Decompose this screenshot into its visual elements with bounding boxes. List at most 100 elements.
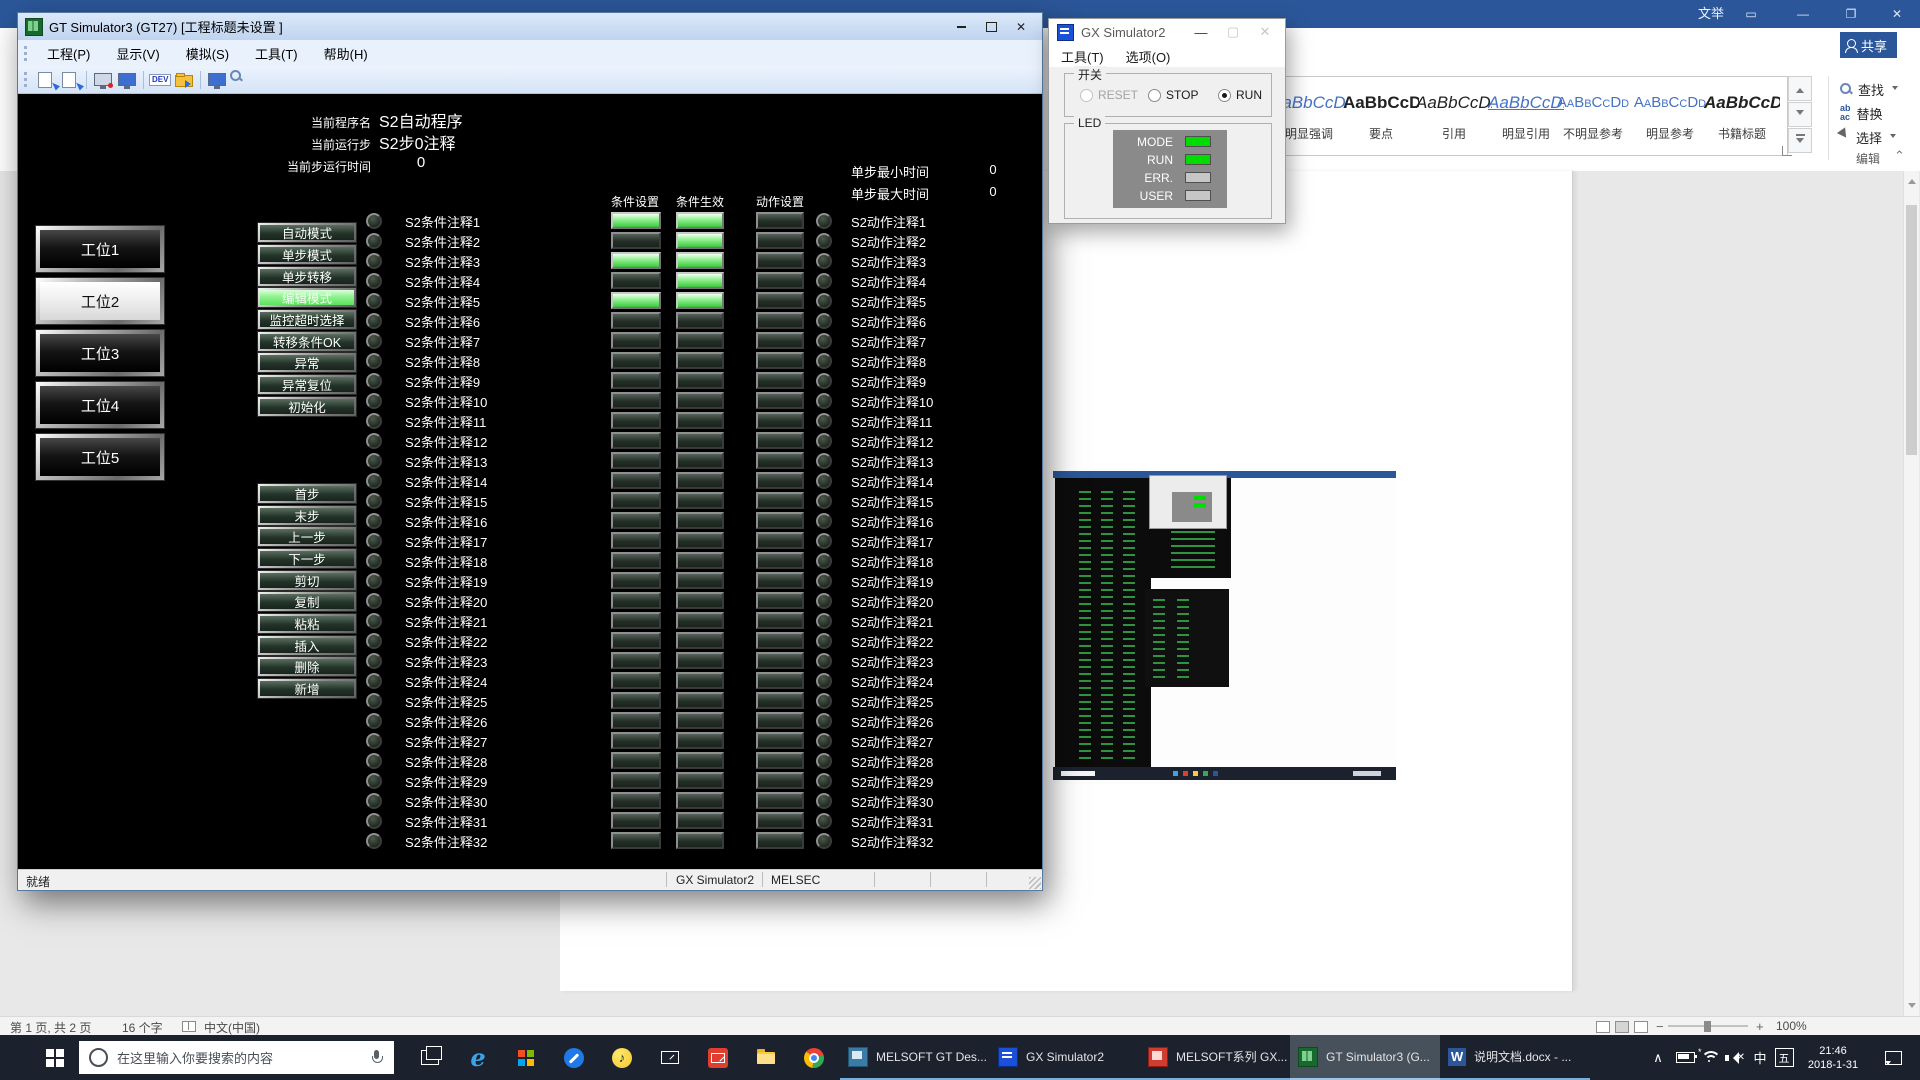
store-button[interactable] [502, 1035, 550, 1080]
monitor-stop-icon[interactable] [92, 70, 114, 90]
station-button[interactable]: 工位4 [36, 382, 164, 428]
step-button[interactable]: 新增 [258, 679, 356, 698]
style-gallery-item[interactable]: AaBbCcD要点 [1343, 83, 1419, 147]
battery-indicator[interactable] [1672, 1035, 1698, 1080]
scrollbar-thumb[interactable] [1906, 205, 1917, 455]
style-gallery-item[interactable]: AaBbCcD.明显引用 [1488, 83, 1564, 147]
word-count[interactable]: 16 个字 [122, 1019, 163, 1036]
mode-button[interactable]: 转移条件OK [258, 332, 356, 351]
step-button[interactable]: 上一步 [258, 527, 356, 546]
style-gallery-item[interactable]: AaBbCcDd不明显参考 [1555, 83, 1631, 147]
language-indicator[interactable]: 中文(中国) [204, 1019, 260, 1036]
edge-button[interactable]: e [454, 1035, 502, 1080]
radio-circle[interactable] [1148, 89, 1161, 102]
taskbar-app-4[interactable]: GT Simulator3 (G... [1290, 1035, 1440, 1080]
gx-maximize-button[interactable]: ▢ [1217, 21, 1249, 43]
step-button[interactable]: 剪切 [258, 571, 356, 590]
volume-indicator[interactable]: ✕ [1722, 1035, 1748, 1080]
mode-button[interactable]: 异常复位 [258, 375, 356, 394]
word-minimize-button[interactable]: — [1786, 0, 1820, 28]
network-indicator[interactable]: * [1698, 1035, 1722, 1080]
station-button[interactable]: 工位2 [36, 278, 164, 324]
gt-menu-item[interactable]: 模拟(S) [173, 40, 242, 67]
word-restore-button[interactable]: ❐ [1834, 0, 1868, 28]
ribbon-display-options-icon[interactable]: ▭ [1734, 0, 1768, 28]
taskbar-search-input[interactable]: 在这里输入你要搜索的内容 [79, 1041, 394, 1074]
collapse-ribbon-icon[interactable]: ⌃ [1894, 148, 1905, 164]
step-button[interactable]: 删除 [258, 657, 356, 676]
gx-menu-item[interactable]: 选项(O) [1126, 47, 1171, 66]
gx-minimize-button[interactable]: — [1185, 21, 1217, 43]
zoom-slider-thumb[interactable] [1704, 1021, 1711, 1032]
zoom-in-button[interactable]: + [1756, 1019, 1764, 1034]
gt-menu-item[interactable]: 工具(T) [242, 40, 311, 67]
resize-grip[interactable] [1029, 877, 1041, 889]
gt-minimize-button[interactable] [946, 17, 976, 37]
gt-menu-item[interactable]: 显示(V) [103, 40, 172, 67]
radio-stop[interactable]: STOP [1148, 88, 1198, 102]
open-project-icon[interactable] [35, 70, 57, 90]
proofing-icon[interactable] [182, 1021, 196, 1032]
styles-pane-launcher-icon[interactable] [1782, 146, 1792, 156]
find-button[interactable]: 查找 [1840, 78, 1898, 100]
zoom-out-button[interactable]: − [1656, 1019, 1664, 1034]
step-button[interactable]: 粘粘 [258, 614, 356, 633]
word-close-button[interactable]: ✕ [1880, 0, 1914, 28]
gx-titlebar[interactable]: GX Simulator2 — ▢ ✕ [1049, 19, 1285, 45]
step-button[interactable]: 下一步 [258, 549, 356, 568]
tray-expand-button[interactable]: ∧ [1646, 1035, 1670, 1080]
taskbar-app-5[interactable]: W说明文档.docx - ... [1440, 1035, 1590, 1080]
mail-app-button[interactable] [694, 1035, 742, 1080]
snapshot-icon[interactable] [59, 70, 81, 90]
task-view-button[interactable] [406, 1035, 454, 1080]
step-button[interactable]: 复制 [258, 592, 356, 611]
file-explorer-button[interactable] [742, 1035, 790, 1080]
mode-button[interactable]: 单步模式 [258, 245, 356, 264]
qq-music-button[interactable]: ♪ [598, 1035, 646, 1080]
step-button[interactable]: 插入 [258, 636, 356, 655]
web-layout-icon[interactable] [1634, 1021, 1648, 1033]
monitor-start-icon[interactable] [116, 70, 138, 90]
action-center-button[interactable] [1876, 1035, 1910, 1080]
taskbar-app-2[interactable]: GX Simulator2 [990, 1035, 1140, 1080]
embedded-screenshot-image[interactable] [1053, 471, 1396, 784]
mode-button[interactable]: 单步转移 [258, 267, 356, 286]
style-gallery-item[interactable]: AaBbCcD书籍标题 [1704, 83, 1780, 147]
ime-mode-indicator[interactable]: 中 [1748, 1035, 1772, 1080]
mode-button[interactable]: 异常 [258, 353, 356, 372]
mail-button[interactable] [646, 1035, 694, 1080]
step-button[interactable]: 末步 [258, 506, 356, 525]
taskbar-app-3[interactable]: MELSOFT系列 GX... [1140, 1035, 1290, 1080]
station-button[interactable]: 工位1 [36, 226, 164, 272]
read-mode-icon[interactable] [1596, 1021, 1610, 1033]
chrome-button[interactable] [790, 1035, 838, 1080]
share-button[interactable]: 共享 [1840, 32, 1897, 58]
print-layout-icon[interactable] [1615, 1021, 1629, 1033]
scroll-down-icon[interactable] [1908, 1003, 1916, 1012]
open-folder-icon[interactable] [173, 70, 195, 90]
gallery-scroll-down-button[interactable] [1788, 102, 1812, 127]
style-gallery-item[interactable]: AaBbCcD.引用 [1416, 83, 1492, 147]
gx-close-button[interactable]: ✕ [1249, 21, 1281, 43]
gx-menu-item[interactable]: 工具(T) [1061, 47, 1104, 66]
find-device-icon[interactable] [230, 70, 252, 90]
gt-menu-item[interactable]: 工程(P) [34, 40, 103, 67]
pc-manager-button[interactable] [550, 1035, 598, 1080]
gt-maximize-button[interactable] [976, 17, 1006, 37]
style-gallery-item[interactable]: AaBbCcDd明显参考 [1632, 83, 1708, 147]
gt-close-button[interactable]: ✕ [1006, 17, 1036, 37]
mode-button[interactable]: 编辑模式 [258, 288, 356, 307]
page-indicator[interactable]: 第 1 页, 共 2 页 [10, 1019, 91, 1036]
screen-preview-icon[interactable] [206, 70, 228, 90]
microphone-icon[interactable] [372, 1050, 382, 1066]
ime-keyboard-indicator[interactable]: 五 [1772, 1035, 1796, 1080]
taskbar-app-1[interactable]: MELSOFT GT Des... [840, 1035, 990, 1080]
scroll-up-icon[interactable] [1908, 175, 1916, 184]
radio-run[interactable]: RUN [1218, 88, 1262, 102]
zoom-percentage[interactable]: 100% [1776, 1019, 1807, 1033]
station-button[interactable]: 工位3 [36, 330, 164, 376]
select-button[interactable]: 选择 [1840, 126, 1896, 148]
start-button[interactable] [32, 1035, 78, 1080]
gt-titlebar[interactable]: GT Simulator3 (GT27) [工程标题未设置 ] ✕ [18, 13, 1042, 40]
step-button[interactable]: 首步 [258, 484, 356, 503]
